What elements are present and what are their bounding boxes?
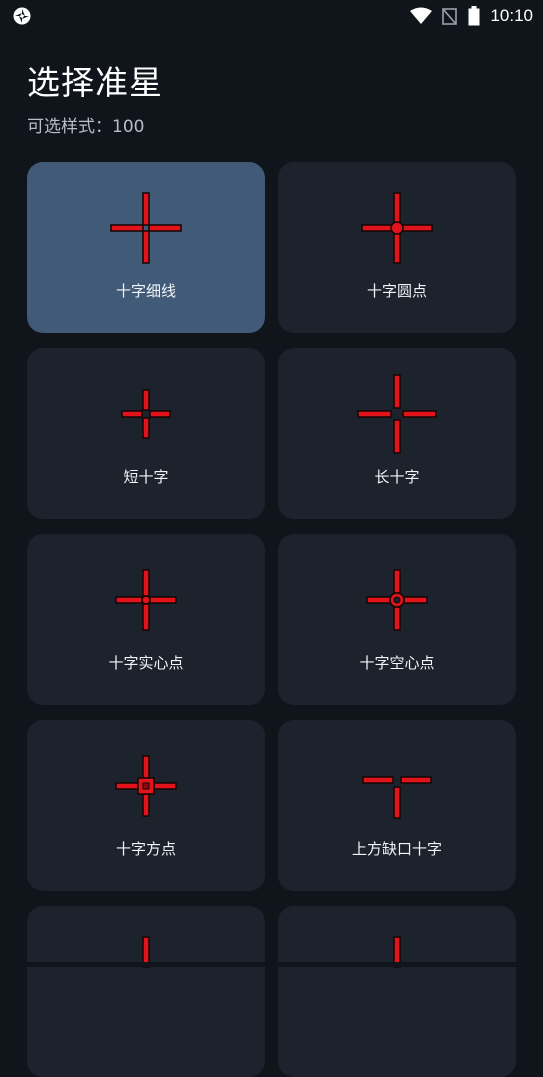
thin-cross-crosshair-icon (110, 192, 182, 264)
crosshair-card-solid-dot-cross[interactable]: 十字实心点 (27, 534, 265, 705)
clock: 10:10 (490, 6, 533, 25)
crosshair-card-long-cross[interactable]: 长十字 (278, 348, 516, 519)
crosshair-card-cross-dot[interactable]: 十字圆点 (278, 162, 516, 333)
page-title: 选择准星 (27, 63, 163, 102)
long-cross-crosshair-icon (357, 374, 437, 454)
cross-dot-crosshair-icon (361, 192, 433, 264)
top-gap-cross-crosshair-icon (362, 776, 432, 819)
crosshair-label: 十字空心点 (359, 654, 435, 672)
crosshair-icon (142, 936, 150, 968)
style-count: 可选样式：100 (27, 117, 145, 137)
square-dot-cross-crosshair-icon (115, 755, 177, 817)
crosshair-card-hollow-dot-cross[interactable]: 十字空心点 (278, 534, 516, 705)
crosshair-label: 十字方点 (115, 840, 176, 858)
wifi-icon (410, 7, 433, 24)
crosshair-label: 十字细线 (115, 282, 176, 300)
crosshair-label: 长十字 (374, 468, 420, 486)
crosshair-card-square-dot-cross[interactable]: 十字方点 (27, 720, 265, 891)
bottom-edge (0, 962, 543, 967)
crosshair-card-short-cross[interactable]: 短十字 (27, 348, 265, 519)
no-signal-icon (442, 8, 458, 25)
app-status-icon (13, 7, 31, 25)
crosshair-label: 短十字 (123, 468, 169, 486)
crosshair-label: 十字实心点 (108, 654, 184, 672)
crosshair-icon (393, 936, 401, 968)
solid-dot-cross-crosshair-icon (115, 569, 177, 631)
battery-icon (468, 6, 480, 26)
crosshair-card-10[interactable] (278, 906, 516, 1077)
crosshair-card-thin-cross[interactable]: 十字细线 (27, 162, 265, 333)
hollow-dot-cross-crosshair-icon (366, 569, 428, 631)
crosshair-card-9[interactable] (27, 906, 265, 1077)
crosshair-label: 上方缺口十字 (351, 840, 442, 858)
crosshair-card-top-gap-cross[interactable]: 上方缺口十字 (278, 720, 516, 891)
crosshair-label: 十字圆点 (366, 282, 427, 300)
status-bar: 10:10 (0, 0, 543, 32)
crosshair-grid: 十字细线 十字圆点 短十字 长十字 十字实心点 十字空心点 十字方点 上方缺口十… (27, 162, 516, 1077)
short-cross-crosshair-icon (121, 389, 171, 439)
